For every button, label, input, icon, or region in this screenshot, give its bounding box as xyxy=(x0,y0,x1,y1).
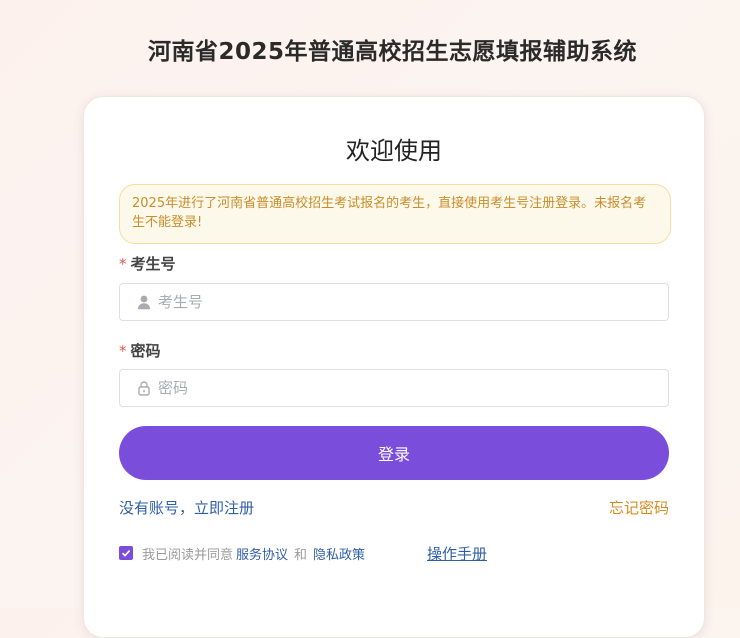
required-mark: * xyxy=(119,255,127,273)
agree-text: 我已阅读并同意 xyxy=(142,547,234,563)
manual-link[interactable]: 操作手册 xyxy=(427,543,487,564)
exam-id-label-text: 考生号 xyxy=(130,255,176,273)
agree-checkbox[interactable] xyxy=(119,546,133,560)
and-text: 和 xyxy=(294,547,308,563)
login-notice: 2025年进行了河南省普通高校招生考试报名的考生，直接使用考生号注册登录。未报名… xyxy=(119,184,671,244)
privacy-policy-link[interactable]: 隐私政策 xyxy=(313,544,365,563)
password-input[interactable] xyxy=(158,370,658,406)
required-mark: * xyxy=(119,342,127,360)
exam-id-label: * 考生号 xyxy=(119,253,176,274)
service-agreement-link[interactable]: 服务协议 xyxy=(236,544,288,563)
welcome-heading: 欢迎使用 xyxy=(346,137,442,165)
page-title: 河南省2025年普通高校招生志愿填报辅助系统 xyxy=(147,39,637,65)
password-field[interactable] xyxy=(119,369,669,407)
lock-icon xyxy=(136,380,152,396)
password-label-text: 密码 xyxy=(130,342,161,360)
login-card: 欢迎使用 2025年进行了河南省普通高校招生考试报名的考生，直接使用考生号注册登… xyxy=(83,96,705,638)
password-label: * 密码 xyxy=(119,340,161,361)
register-link[interactable]: 没有账号，立即注册 xyxy=(119,497,254,518)
user-icon xyxy=(136,294,152,310)
exam-id-field[interactable] xyxy=(119,283,669,321)
forgot-password-link[interactable]: 忘记密码 xyxy=(609,497,669,518)
agreement-row: 我已阅读并同意 服务协议 和 隐私政策 xyxy=(119,544,368,563)
login-button[interactable]: 登录 xyxy=(119,426,669,480)
exam-id-input[interactable] xyxy=(158,284,658,320)
check-icon xyxy=(121,550,131,557)
